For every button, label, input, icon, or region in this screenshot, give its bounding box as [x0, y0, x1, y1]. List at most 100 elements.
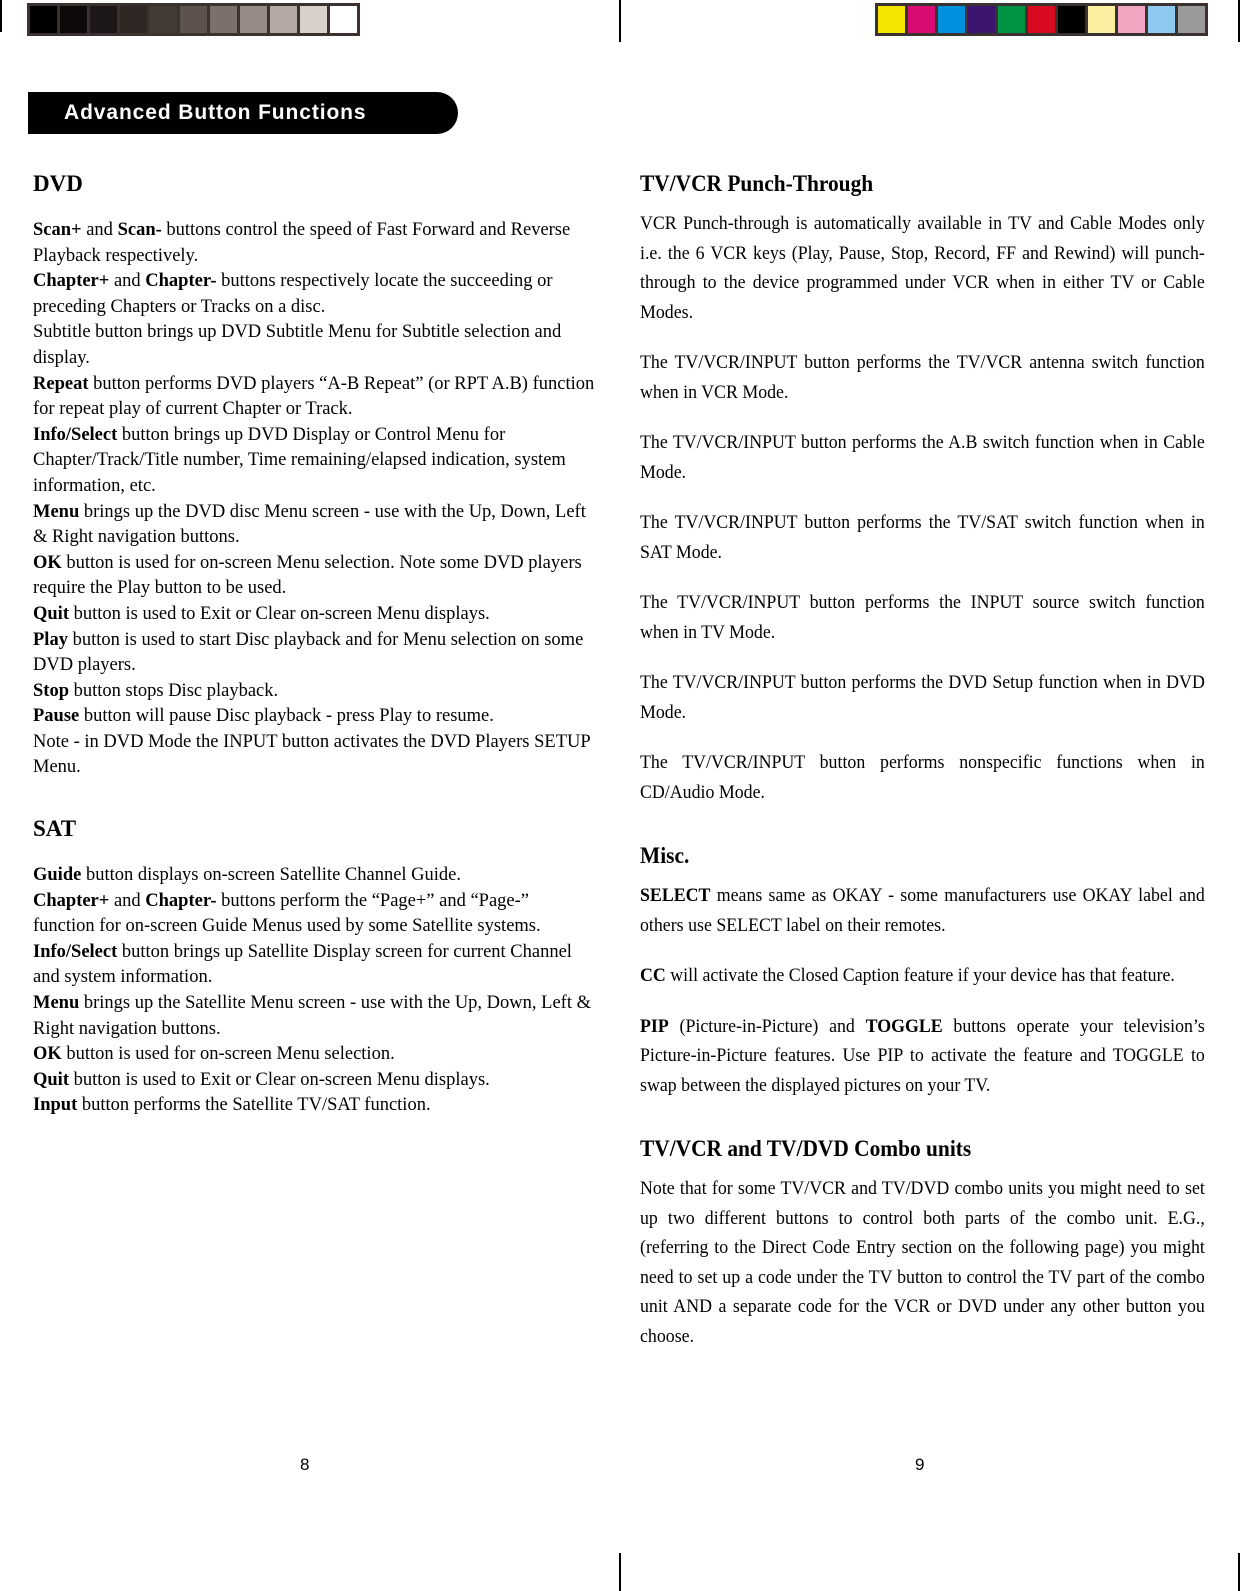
paragraph: PIP (Picture-in-Picture) and TOGGLE butt… [640, 1016, 1205, 1096]
right-page-column: TV/VCR Punch-Through VCR Punch-through is… [640, 170, 1205, 1352]
color-calibration-bar [875, 3, 1208, 36]
heading-gap [33, 197, 595, 218]
color-swatch-0 [878, 6, 905, 33]
paragraph: VCR Punch-through is automatically avail… [640, 214, 1205, 323]
color-swatch-7 [1088, 6, 1115, 33]
grayscale-swatch-3 [120, 6, 147, 33]
emphasis-term: Guide [33, 865, 82, 886]
emphasis-term: Menu [33, 501, 80, 522]
emphasis-term: Menu [33, 993, 80, 1014]
section-body: Note that for some TV/VCR and TV/DVD com… [640, 1175, 1205, 1352]
crop-mark-bottom-center [619, 1553, 621, 1591]
section-body: Scan+ and Scan- buttons control the spee… [33, 218, 595, 781]
paragraph: The TV/VCR/INPUT button performs the INP… [640, 593, 1205, 643]
grayscale-swatch-10 [330, 6, 357, 33]
paragraph: Input button performs the Satellite TV/S… [33, 1095, 431, 1116]
section-body: VCR Punch-through is automatically avail… [640, 210, 1205, 808]
grayscale-swatch-0 [30, 6, 57, 33]
emphasis-term: Pause [33, 706, 80, 727]
paragraph: The TV/VCR/INPUT button performs nonspec… [640, 753, 1205, 803]
color-swatch-1 [908, 6, 935, 33]
grayscale-swatch-4 [150, 6, 177, 33]
color-swatch-5 [1028, 6, 1055, 33]
emphasis-term: Quit [33, 1069, 69, 1090]
paragraph: Menu brings up the DVD disc Menu screen … [33, 501, 586, 548]
paragraph: Subtitle button brings up DVD Subtitle M… [33, 322, 562, 368]
color-swatch-6 [1058, 6, 1085, 33]
paragraph: Chapter+ and Chapter- buttons respective… [33, 271, 553, 317]
section-heading: DVD [33, 171, 83, 196]
section-heading: Misc. [640, 843, 690, 868]
paragraph: Chapter+ and Chapter- buttons perform th… [33, 890, 541, 937]
grayscale-swatch-6 [210, 6, 237, 33]
section-body: Guide button displays on-screen Satellit… [33, 863, 595, 1119]
color-swatch-9 [1148, 6, 1175, 33]
heading-gap [640, 869, 1205, 882]
section-heading: TV/VCR and TV/DVD Combo units [640, 1136, 972, 1161]
color-swatch-8 [1118, 6, 1145, 33]
grayscale-swatch-7 [240, 6, 267, 33]
emphasis-term: Chapter+ [33, 271, 110, 292]
emphasis-term: Quit [33, 603, 69, 624]
paragraph: Play button is used to start Disc playba… [33, 629, 584, 676]
paragraph: OK button is used for on-screen Menu sel… [33, 1044, 395, 1065]
heading-gap [640, 197, 1205, 210]
emphasis-term: CC [640, 966, 666, 986]
paragraph: Stop button stops Disc playback. [33, 680, 279, 701]
paragraph: Note that for some TV/VCR and TV/DVD com… [640, 1179, 1205, 1347]
crop-mark-left-top [0, 0, 2, 32]
color-swatch-4 [998, 6, 1025, 33]
grayscale-swatch-5 [180, 6, 207, 33]
grayscale-swatch-1 [60, 6, 87, 33]
emphasis-term: Scan- [117, 220, 162, 240]
color-swatch-3 [968, 6, 995, 33]
section-heading: SAT [33, 816, 77, 842]
emphasis-term: OK [33, 552, 62, 573]
paragraph: Scan+ and Scan- buttons control the spee… [33, 220, 571, 266]
section-heading: TV/VCR Punch-Through [640, 171, 874, 196]
paragraph: Menu brings up the Satellite Menu screen… [33, 993, 591, 1039]
paragraph: Quit button is used to Exit or Clear on-… [33, 603, 490, 624]
left-page-column: DVD Scan+ and Scan- buttons control the s… [33, 170, 595, 1119]
paragraph: Guide button displays on-screen Satellit… [33, 865, 462, 886]
emphasis-term: TOGGLE [865, 1016, 943, 1037]
heading-gap [33, 842, 595, 863]
crop-mark-right-bottom [1238, 1553, 1240, 1591]
paragraph: Note - in DVD Mode the INPUT button acti… [33, 731, 590, 778]
grayscale-calibration-bar [27, 3, 360, 36]
heading-gap [640, 1162, 1205, 1175]
paragraph: The TV/VCR/INPUT button performs the TV/… [640, 353, 1205, 403]
paragraph: OK button is used for on-screen Menu sel… [33, 552, 582, 599]
paragraph: Info/Select button brings up DVD Display… [33, 424, 566, 496]
grayscale-swatch-8 [270, 6, 297, 33]
paragraph: Repeat button performs DVD players “A-B … [33, 373, 595, 420]
paragraph: The TV/VCR/INPUT button performs the DVD… [640, 673, 1205, 723]
emphasis-term: OK [33, 1044, 62, 1065]
paragraph: The TV/VCR/INPUT button performs the A.B… [640, 433, 1205, 483]
color-swatch-10 [1178, 6, 1205, 33]
paragraph: Info/Select button brings up Satellite D… [33, 941, 572, 988]
grayscale-swatch-2 [90, 6, 117, 33]
section-banner-title: Advanced Button Functions [64, 101, 367, 124]
emphasis-term: Stop [33, 680, 69, 701]
emphasis-term: SELECT [640, 886, 711, 906]
emphasis-term: Info/Select [33, 424, 118, 445]
emphasis-term: Repeat [33, 373, 89, 394]
crop-mark-right-top [1238, 0, 1240, 42]
emphasis-term: Play [33, 629, 68, 650]
section-banner: Advanced Button Functions [28, 92, 458, 134]
crop-mark-top-center [619, 0, 621, 42]
paragraph: CC will activate the Closed Caption feat… [640, 966, 1175, 986]
emphasis-term: Scan+ [33, 220, 82, 240]
emphasis-term: PIP [640, 1016, 669, 1037]
